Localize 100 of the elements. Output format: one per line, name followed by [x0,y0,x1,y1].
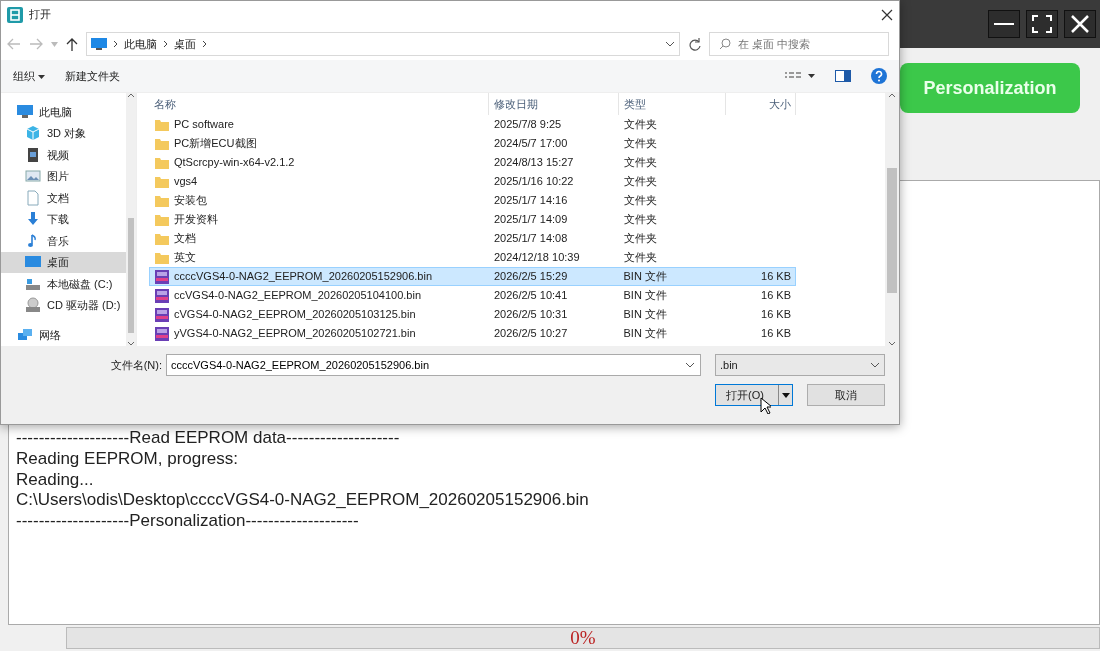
address-bar[interactable]: 此电脑 桌面 [86,32,680,56]
file-type-icon [155,326,169,341]
scroll-up-icon [127,93,136,98]
folder-icon [155,156,169,169]
nav-item[interactable]: 3D 对象 [1,122,127,144]
help-icon[interactable] [871,68,887,84]
column-header[interactable]: 名称 [149,93,489,115]
file-date: 2026/2/5 10:31 [492,307,569,323]
view-options-icon[interactable] [785,71,815,81]
picture-icon [25,168,41,185]
chevron-right-icon[interactable] [202,40,207,48]
nav-item[interactable]: 此电脑 [1,101,127,123]
nav-item[interactable]: 图片 [1,165,127,187]
file-type: 文件夹 [622,136,658,152]
file-row[interactable]: 英文 2024/12/18 10:39 文件夹 [149,248,796,267]
column-header[interactable]: 类型 [619,93,726,115]
file-type: BIN 文件 [622,326,668,342]
nav-item[interactable]: 视频 [1,144,127,166]
cancel-button[interactable]: 取消 [807,384,885,406]
scrollbar[interactable] [126,93,136,346]
nav-item[interactable]: 本地磁盘 (C:) [1,273,127,295]
file-row[interactable]: 安装包 2025/1/7 14:16 文件夹 [149,191,796,210]
folder-icon [155,118,169,131]
file-row[interactable]: ccVGS4-0-NAG2_EEPROM_20260205104100.bin 2026/2/5 10:41 BIN 文件 16 KB [149,286,796,305]
close-icon[interactable] [881,8,893,21]
nav-item[interactable]: 文档 [1,187,127,209]
preview-pane-icon[interactable] [835,70,851,82]
file-date: 2024/8/13 15:27 [492,155,575,171]
log-line: Reading... [16,469,95,491]
cube-icon [25,125,41,142]
scrollbar[interactable] [885,93,899,346]
nav-item[interactable]: 桌面 [1,251,127,273]
file-row[interactable]: cVGS4-0-NAG2_EEPROM_20260205103125.bin 2026/2/5 10:31 BIN 文件 16 KB [149,305,796,324]
search-field[interactable]: 在 桌面 中搜索 [709,32,889,56]
file-type-icon [155,307,169,322]
close-icon [1070,14,1090,34]
close-button[interactable] [1064,10,1096,38]
toolbar-button[interactable]: 新建文件夹 [65,67,121,85]
nav-item[interactable]: CD 驱动器 (D:) [1,294,127,316]
toolbar-button[interactable]: 组织 [13,67,46,85]
file-date: 2026/2/5 15:29 [492,269,569,285]
breadcrumb-item[interactable]: 此电脑 [124,35,157,53]
caret-icon [781,392,790,398]
file-date: 2026/2/5 10:41 [492,288,569,304]
monitor-icon [91,38,107,50]
file-row[interactable]: PC software 2025/7/8 9:25 文件夹 [149,115,796,134]
file-type: BIN 文件 [622,307,668,323]
file-name: vgs4 [174,174,198,190]
file-row[interactable]: vgs4 2025/1/16 10:22 文件夹 [149,172,796,191]
chevron-down-icon [685,362,695,368]
filename-field[interactable]: ccccVGS4-0-NAG2_EEPROM_20260205152906.bin [166,354,701,376]
file-name: PC新增ECU截图 [174,136,257,152]
file-name: ccccVGS4-0-NAG2_EEPROM_20260205152906.bin [174,269,433,285]
file-type: 文件夹 [622,231,658,247]
chevron-down-icon [870,362,880,368]
file-type-dropdown[interactable]: .bin [715,354,885,376]
filename-label: 文件名(N): [110,357,162,373]
file-date: 2024/5/7 17:00 [492,136,569,152]
scroll-down-icon [888,341,896,346]
file-row[interactable]: QtScrcpy-win-x64-v2.1.2 2024/8/13 15:27 文件夹 [149,153,796,172]
file-date: 2025/1/7 14:08 [492,231,569,247]
log-line: C:\Users\odis\Desktop\ccccVGS4-0-NAG2_EEPROM_20260205152906.bin [16,490,590,512]
minimize-button[interactable] [988,10,1020,38]
chevron-right-icon [163,40,168,48]
file-row[interactable]: yVGS4-0-NAG2_EEPROM_20260205102721.bin 2026/2/5 10:27 BIN 文件 16 KB [149,324,796,343]
file-date: 2025/1/7 14:16 [492,193,569,209]
chevron-down-icon[interactable] [665,41,675,47]
log-line: --------------------Personalization-------------------- [16,511,360,532]
open-button[interactable]: 打开(O) [715,384,793,406]
file-name: 安装包 [174,193,207,209]
file-type: 文件夹 [622,250,658,266]
nav-item[interactable]: 网络 [1,324,127,346]
file-date: 2024/12/18 10:39 [492,250,581,266]
file-row[interactable]: PC新增ECU截图 2024/5/7 17:00 文件夹 [149,134,796,153]
column-header[interactable]: 修改日期 [489,93,619,115]
scroll-down-icon [127,341,136,346]
folder-icon [155,251,169,264]
nav-item[interactable]: 下载 [1,208,127,230]
file-type: 文件夹 [622,155,658,171]
file-name: QtScrcpy-win-x64-v2.1.2 [174,155,295,171]
scrollbar-thumb[interactable] [128,218,134,333]
folder-icon [155,194,169,207]
file-row[interactable]: ccccVGS4-0-NAG2_EEPROM_20260205152906.bin 2026/2/5 15:29 BIN 文件 16 KB [149,267,796,286]
file-size: 16 KB [761,307,791,323]
file-name: PC software [174,117,234,133]
up-arrow-icon[interactable] [66,37,78,51]
scrollbar-thumb[interactable] [887,168,897,293]
column-header[interactable]: 大小 [726,93,796,115]
breadcrumb-item[interactable]: 桌面 [174,35,196,53]
file-name: ccVGS4-0-NAG2_EEPROM_20260205104100.bin [174,288,422,304]
file-row[interactable]: 文档 2025/1/7 14:08 文件夹 [149,229,796,248]
file-type-icon [155,288,169,303]
maximize-button[interactable] [1026,10,1058,38]
refresh-icon[interactable] [688,37,701,51]
file-date: 2025/7/8 9:25 [492,117,563,133]
app-icon [7,6,23,23]
file-row[interactable]: 开发资料 2025/1/7 14:09 文件夹 [149,210,796,229]
fullscreen-icon [1032,15,1052,33]
nav-item[interactable]: 音乐 [1,230,127,252]
progress-percent: 0% [570,625,596,650]
